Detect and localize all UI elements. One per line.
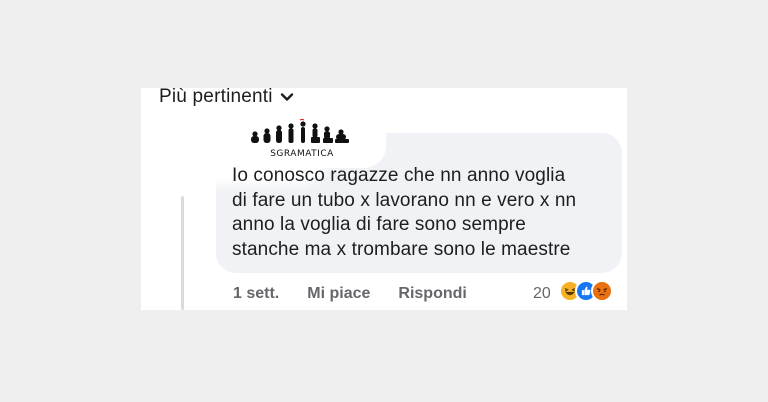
comment-line: anno la voglia di fare sono sempre	[232, 214, 526, 235]
sort-label: Più pertinenti	[159, 86, 273, 107]
comment-line: Io conosco ragazze che nn anno voglia	[232, 165, 566, 186]
logo-text: SGRAMATICA	[270, 149, 334, 159]
comment-line: stanche ma x trombare sono le maestre	[232, 238, 571, 260]
comment-line: di fare un tubo x lavorano nn e vero x n…	[232, 189, 577, 211]
angry-icon	[591, 280, 613, 302]
sort-dropdown[interactable]: Più pertinenti	[159, 86, 295, 108]
reply-thread-line	[181, 196, 184, 310]
author-logo: SGRAMATICA	[247, 119, 357, 165]
comment-actions: 1 sett. Mi piace Rispondi	[233, 285, 467, 303]
reaction-icons[interactable]	[559, 280, 613, 302]
chevron-down-icon	[280, 93, 293, 101]
comment-timestamp[interactable]: 1 sett.	[233, 285, 279, 303]
evolution-logo-icon	[251, 119, 349, 143]
reaction-count[interactable]: 20	[533, 285, 551, 303]
like-button[interactable]: Mi piace	[307, 285, 370, 303]
reply-button[interactable]: Rispondi	[398, 285, 466, 303]
comment-text: Io conosco ragazze che nn anno voglia di…	[232, 164, 612, 262]
comments-section: Più pertinenti SGRAMATICA Io conosco rag…	[141, 86, 627, 310]
